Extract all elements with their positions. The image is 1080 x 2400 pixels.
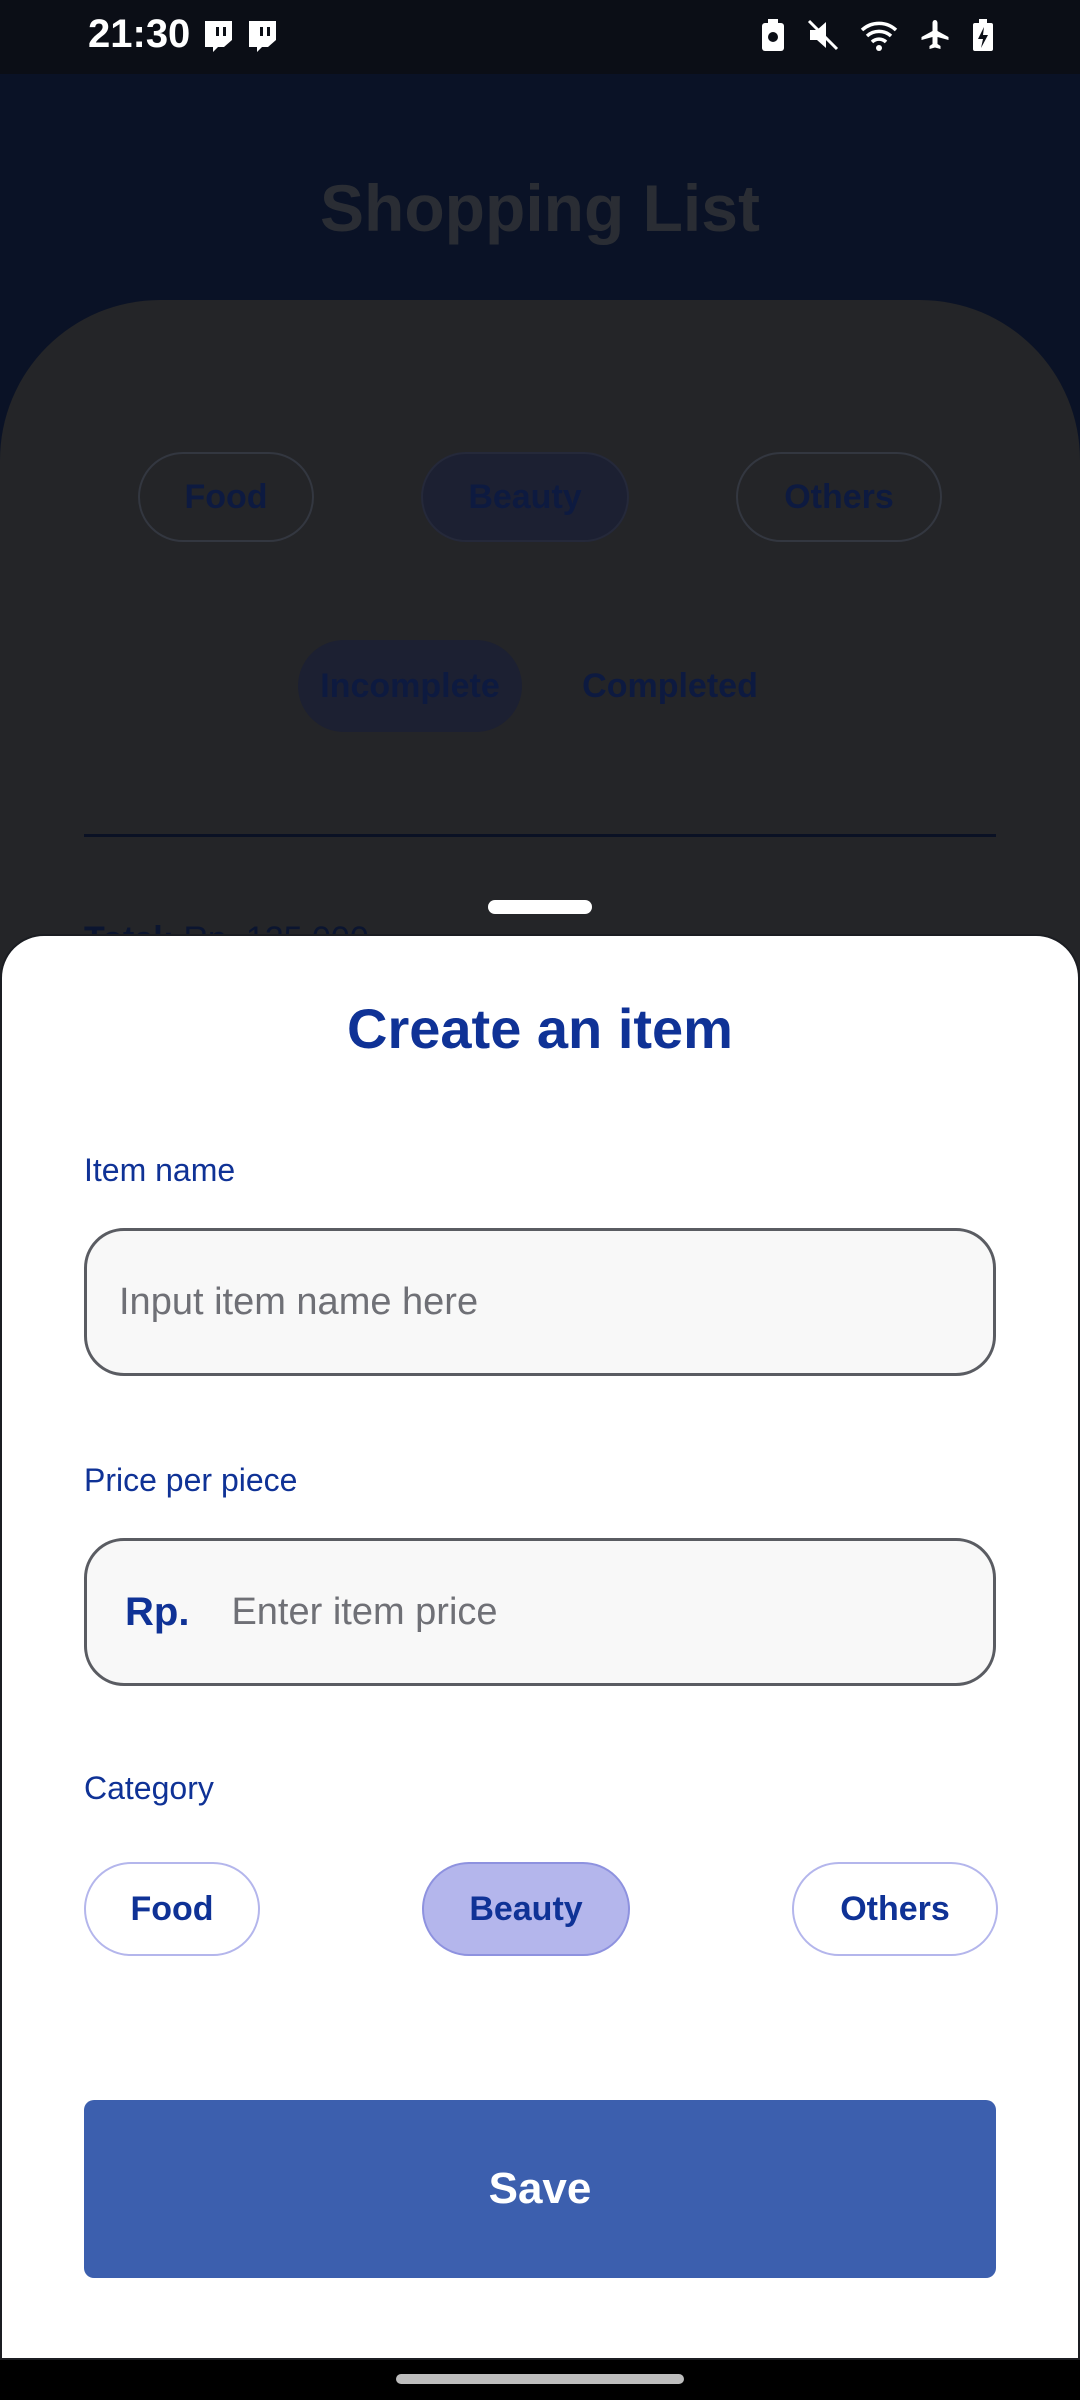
navigation-bar <box>0 2360 1080 2400</box>
mute-icon <box>806 18 840 52</box>
price-field: Rp. <box>84 1538 996 1686</box>
item-name-label: Item name <box>84 1152 236 1188</box>
create-item-sheet: Create an item Item name Price per piece… <box>0 934 1080 2360</box>
battery-saver-icon <box>760 18 786 52</box>
filter-chip-others: Others <box>736 452 942 542</box>
twitch-icon <box>202 20 234 54</box>
sheet-drag-handle[interactable] <box>488 900 592 914</box>
airplane-icon <box>918 18 952 52</box>
status-time: 21:30 <box>88 12 191 56</box>
price-input[interactable] <box>229 1589 993 1635</box>
category-label: Category <box>84 1770 214 1806</box>
wifi-icon <box>860 18 898 52</box>
item-name-field <box>84 1228 996 1376</box>
category-chip-others[interactable]: Others <box>792 1862 998 1956</box>
filter-chip-beauty: Beauty <box>421 452 629 542</box>
divider <box>84 834 996 837</box>
price-label: Price per piece <box>84 1462 298 1498</box>
home-gesture-handle[interactable] <box>396 2374 684 2384</box>
item-name-input[interactable] <box>117 1279 993 1325</box>
background-screen: Shopping List Food Beauty Others Incompl… <box>0 74 1080 1200</box>
currency-prefix: Rp. <box>125 1589 190 1634</box>
save-button[interactable]: Save <box>84 2100 996 2278</box>
filter-chip-food: Food <box>138 452 314 542</box>
sheet-title: Create an item <box>347 997 733 1060</box>
twitch-icon <box>246 20 278 54</box>
battery-charging-icon <box>972 18 994 52</box>
status-bar: 21:30 <box>0 0 1080 74</box>
page-title: Shopping List <box>320 171 760 245</box>
category-chip-food[interactable]: Food <box>84 1862 260 1956</box>
tab-completed: Completed <box>582 666 758 705</box>
category-chip-beauty[interactable]: Beauty <box>422 1862 630 1956</box>
tab-incomplete: Incomplete <box>298 640 522 732</box>
